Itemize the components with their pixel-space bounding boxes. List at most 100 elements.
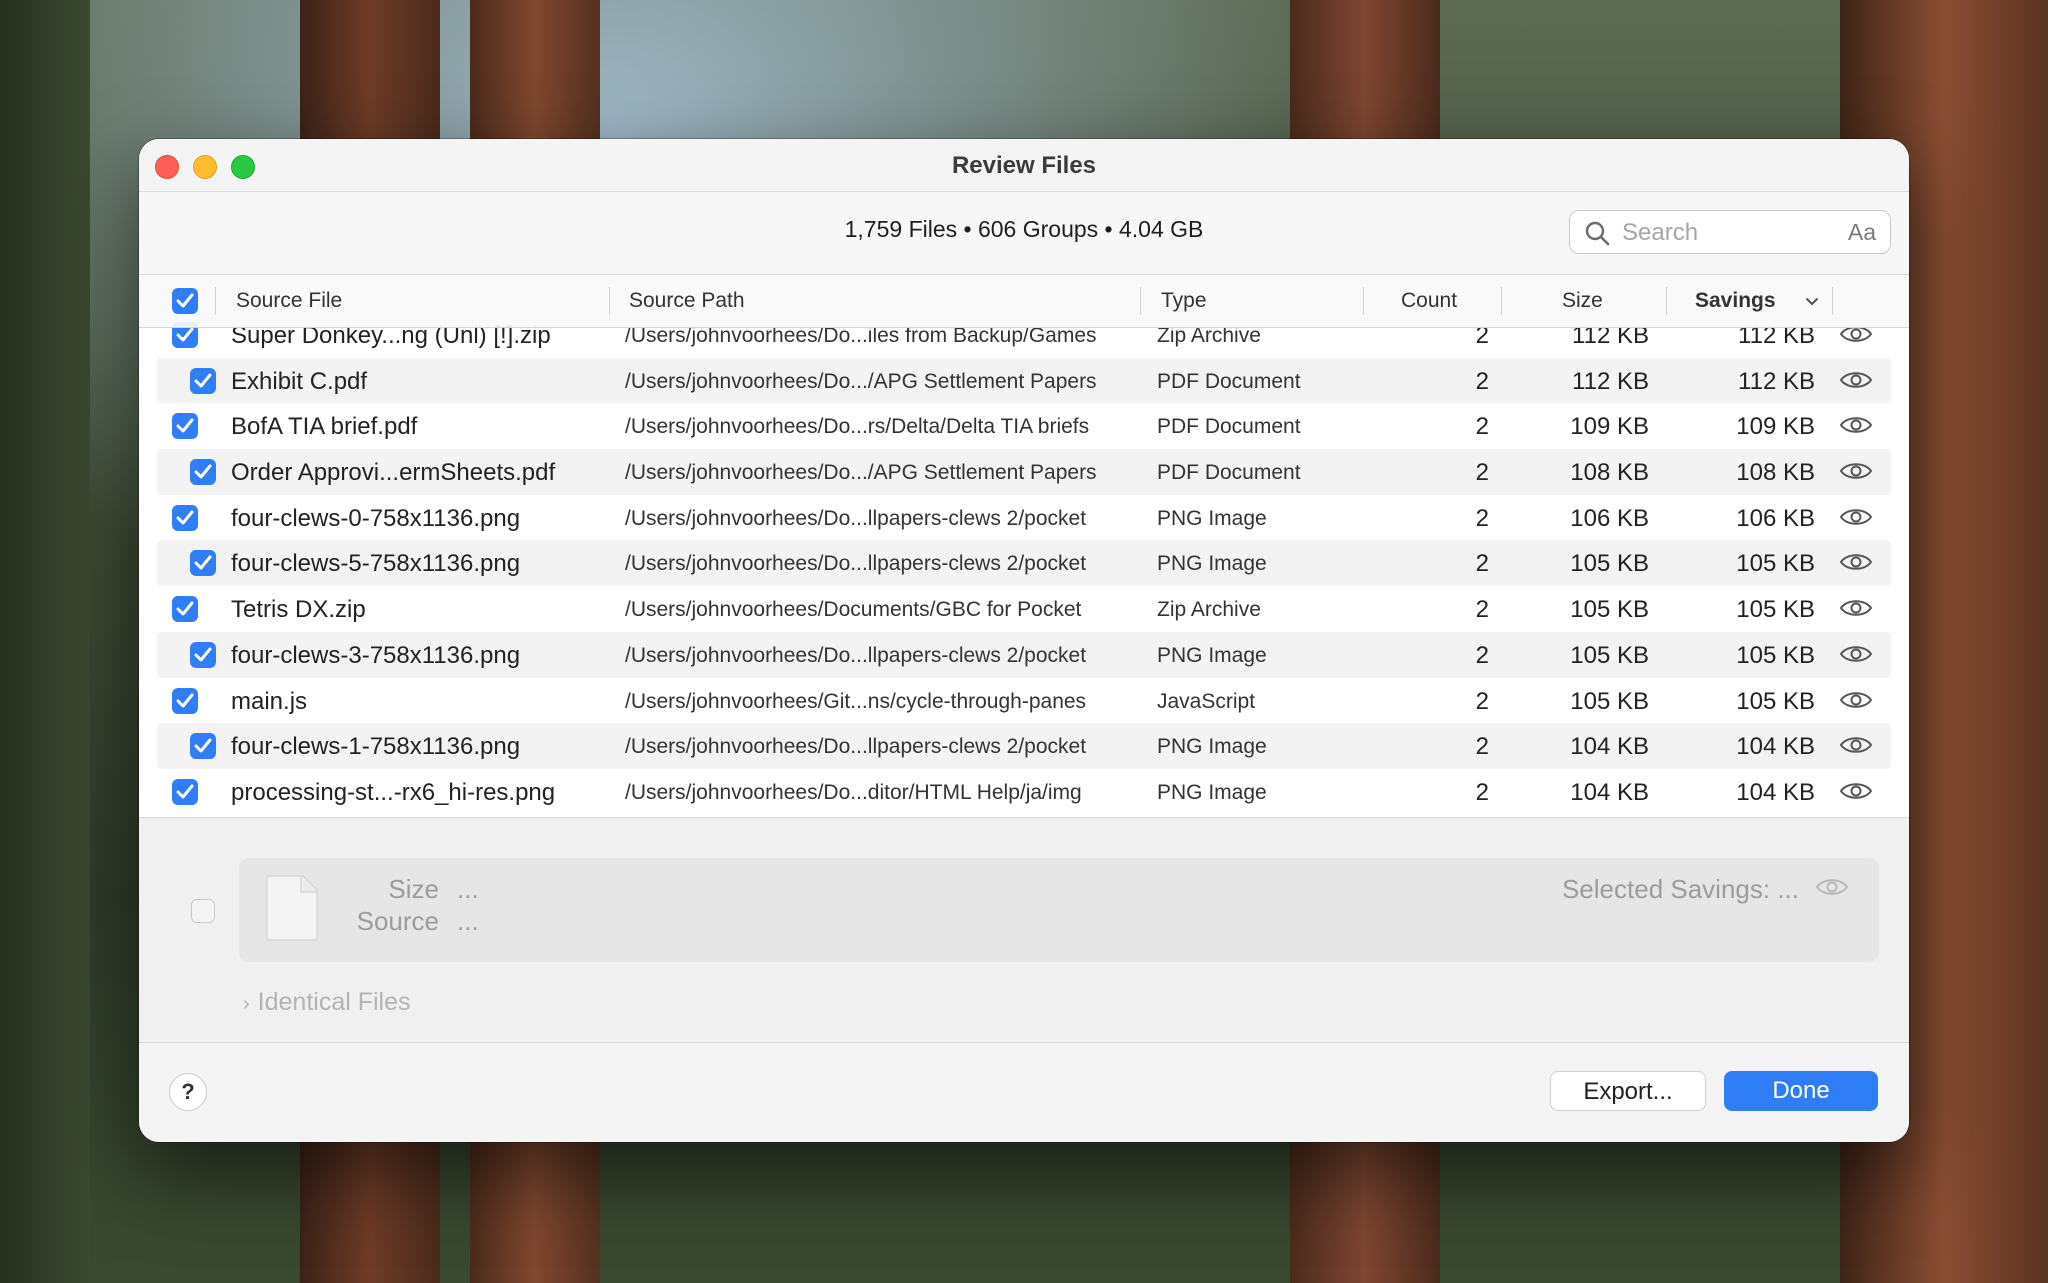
eye-icon[interactable] bbox=[1839, 689, 1873, 711]
detail-card: Size ... Source ... Selected Savings: ..… bbox=[239, 858, 1879, 962]
column-separator[interactable] bbox=[609, 287, 610, 315]
eye-icon[interactable] bbox=[1815, 876, 1849, 898]
type-cell: PDF Document bbox=[1157, 415, 1301, 439]
row-checkbox[interactable] bbox=[190, 641, 216, 668]
source-path-cell: /Users/johnvoorhees/Do...llpapers-clews … bbox=[625, 552, 1087, 576]
source-file-cell: four-clews-0-758x1136.png bbox=[231, 504, 521, 532]
review-files-window: Review Files 1,759 Files • 606 Groups • … bbox=[139, 139, 1909, 1142]
match-case-toggle[interactable]: Aa bbox=[1848, 219, 1876, 246]
table-rows: Super Donkey...ng (Unl) [!].zip/Users/jo… bbox=[139, 312, 1909, 815]
identical-files-disclosure[interactable]: › Identical Files bbox=[243, 988, 411, 1017]
row-checkbox[interactable] bbox=[190, 367, 216, 394]
savings-cell: 105 KB bbox=[1736, 641, 1815, 669]
count-cell: 2 bbox=[1475, 641, 1489, 669]
table-row[interactable]: Order Approvi...ermSheets.pdf/Users/john… bbox=[157, 449, 1891, 495]
count-cell: 2 bbox=[1475, 778, 1489, 806]
column-separator[interactable] bbox=[1501, 287, 1502, 315]
row-checkbox[interactable] bbox=[172, 413, 198, 440]
size-cell: 105 KB bbox=[1570, 687, 1649, 715]
table-row[interactable]: four-clews-0-758x1136.png/Users/johnvoor… bbox=[139, 495, 1909, 541]
type-cell: PNG Image bbox=[1157, 780, 1267, 804]
size-cell: 106 KB bbox=[1570, 504, 1649, 532]
source-path-cell: /Users/johnvoorhees/Do.../APG Settlement… bbox=[625, 369, 1097, 393]
row-checkbox[interactable] bbox=[190, 459, 216, 486]
source-file-cell: four-clews-3-758x1136.png bbox=[231, 641, 521, 669]
detail-source-value: ... bbox=[457, 906, 479, 936]
count-cell: 2 bbox=[1475, 367, 1489, 395]
done-button[interactable]: Done bbox=[1724, 1071, 1878, 1111]
source-file-cell: Tetris DX.zip bbox=[231, 596, 366, 624]
count-cell: 2 bbox=[1475, 459, 1489, 487]
eye-icon[interactable] bbox=[1839, 780, 1873, 802]
title-bar: Review Files bbox=[139, 139, 1909, 192]
footer-bar: ? Export... Done bbox=[139, 1042, 1909, 1142]
source-path-cell: /Users/johnvoorhees/Do...llpapers-clews … bbox=[625, 735, 1087, 759]
eye-icon[interactable] bbox=[1839, 460, 1873, 482]
source-file-cell: four-clews-5-758x1136.png bbox=[231, 550, 521, 578]
select-all-checkbox[interactable] bbox=[172, 288, 198, 314]
size-cell: 104 KB bbox=[1570, 733, 1649, 761]
type-cell: JavaScript bbox=[1157, 689, 1256, 713]
column-header-source-file[interactable]: Source File bbox=[236, 289, 342, 313]
table-row[interactable]: processing-st...-rx6_hi-res.png/Users/jo… bbox=[139, 769, 1909, 815]
detail-source-label: Source bbox=[356, 906, 439, 936]
detail-panel: Size ... Source ... Selected Savings: ..… bbox=[139, 817, 1909, 1043]
savings-cell: 108 KB bbox=[1736, 459, 1815, 487]
row-checkbox[interactable] bbox=[172, 687, 198, 714]
table-row[interactable]: BofA TIA brief.pdf/Users/johnvoorhees/Do… bbox=[139, 403, 1909, 449]
export-button[interactable]: Export... bbox=[1550, 1071, 1706, 1111]
row-checkbox[interactable] bbox=[172, 778, 198, 805]
detail-checkbox[interactable] bbox=[191, 899, 215, 923]
eye-icon[interactable] bbox=[1839, 643, 1873, 665]
type-cell: PNG Image bbox=[1157, 643, 1267, 667]
eye-icon[interactable] bbox=[1839, 734, 1873, 756]
column-header-savings[interactable]: Savings bbox=[1695, 289, 1776, 313]
table-row[interactable]: four-clews-3-758x1136.png/Users/johnvoor… bbox=[157, 631, 1891, 678]
column-separator bbox=[215, 287, 216, 315]
count-cell: 2 bbox=[1475, 687, 1489, 715]
column-header-source-path[interactable]: Source Path bbox=[629, 289, 745, 313]
size-cell: 112 KB bbox=[1572, 367, 1649, 395]
source-path-cell: /Users/johnvoorhees/Do...ditor/HTML Help… bbox=[625, 780, 1082, 804]
eye-icon[interactable] bbox=[1839, 597, 1873, 619]
search-icon bbox=[1585, 221, 1610, 246]
source-path-cell: /Users/johnvoorhees/Do...rs/Delta/Delta … bbox=[625, 415, 1090, 439]
size-cell: 105 KB bbox=[1570, 550, 1649, 578]
table-row[interactable]: four-clews-1-758x1136.png/Users/johnvoor… bbox=[157, 723, 1891, 769]
table-row[interactable]: Tetris DX.zip/Users/johnvoorhees/Documen… bbox=[139, 586, 1909, 632]
files-table: Source File Source Path Type Count Size … bbox=[139, 275, 1909, 817]
help-button[interactable]: ? bbox=[169, 1073, 207, 1111]
column-header-type[interactable]: Type bbox=[1161, 289, 1207, 313]
eye-icon[interactable] bbox=[1839, 506, 1873, 528]
column-header-count[interactable]: Count bbox=[1401, 289, 1457, 313]
source-path-cell: /Users/johnvoorhees/Do...llpapers-clews … bbox=[625, 506, 1087, 530]
size-cell: 104 KB bbox=[1570, 778, 1649, 806]
column-separator[interactable] bbox=[1363, 287, 1364, 315]
source-path-cell: /Users/johnvoorhees/Documents/GBC for Po… bbox=[625, 598, 1082, 622]
search-field[interactable]: Aa bbox=[1569, 210, 1891, 254]
column-header-size[interactable]: Size bbox=[1562, 289, 1603, 313]
column-separator[interactable] bbox=[1666, 287, 1667, 315]
chevron-right-icon: › bbox=[243, 993, 250, 1015]
eye-icon[interactable] bbox=[1839, 414, 1873, 436]
sort-descending-icon[interactable] bbox=[1805, 297, 1819, 307]
savings-cell: 104 KB bbox=[1736, 778, 1815, 806]
table-row[interactable]: four-clews-5-758x1136.png/Users/johnvoor… bbox=[157, 540, 1891, 587]
size-cell: 105 KB bbox=[1570, 596, 1649, 624]
row-checkbox[interactable] bbox=[172, 504, 198, 531]
eye-icon[interactable] bbox=[1839, 551, 1873, 573]
count-cell: 2 bbox=[1475, 596, 1489, 624]
column-separator[interactable] bbox=[1140, 287, 1141, 315]
savings-cell: 109 KB bbox=[1736, 413, 1815, 441]
table-row[interactable]: main.js/Users/johnvoorhees/Git...ns/cycl… bbox=[139, 678, 1909, 724]
table-row[interactable]: Exhibit C.pdf/Users/johnvoorhees/Do.../A… bbox=[157, 357, 1891, 404]
row-checkbox[interactable] bbox=[172, 596, 198, 623]
search-input[interactable] bbox=[1620, 217, 1824, 249]
row-checkbox[interactable] bbox=[190, 733, 216, 760]
summary-bar: 1,759 Files • 606 Groups • 4.04 GB Aa bbox=[139, 192, 1909, 275]
row-checkbox[interactable] bbox=[190, 550, 216, 577]
table-header: Source File Source Path Type Count Size … bbox=[139, 275, 1909, 328]
eye-icon[interactable] bbox=[1839, 369, 1873, 391]
window-title: Review Files bbox=[951, 152, 1097, 179]
size-cell: 109 KB bbox=[1570, 413, 1649, 441]
